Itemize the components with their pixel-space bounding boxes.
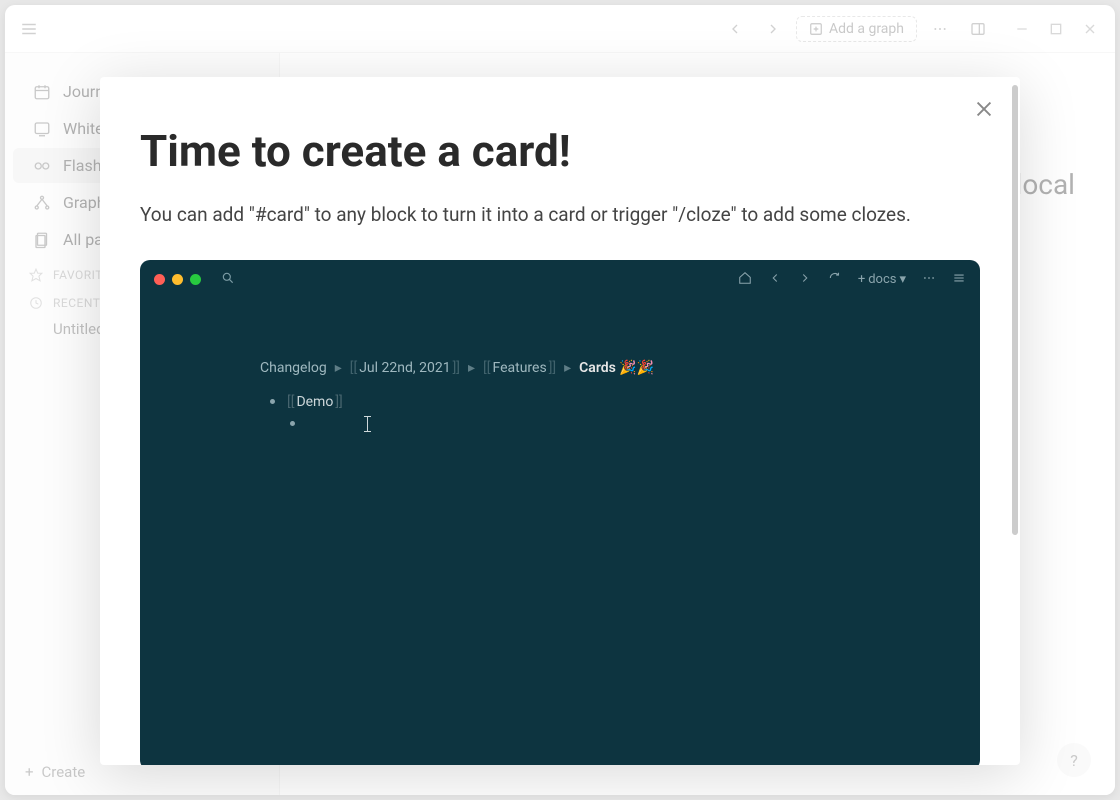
demo-titlebar: + docs ▾ — [140, 260, 980, 300]
traffic-zoom-icon — [190, 274, 201, 285]
demo-home-icon — [738, 271, 752, 289]
demo-panel: + docs ▾ Changelog ▸ Jul 22nd, 2021 ▸ Fe… — [140, 260, 980, 766]
breadcrumb-current: Cards 🎉🎉 — [579, 360, 654, 376]
demo-search-icon — [221, 271, 235, 289]
breadcrumb-item: Features — [483, 360, 556, 376]
demo-traffic-lights — [154, 274, 201, 285]
demo-bullet-list: Demo — [260, 394, 860, 432]
demo-breadcrumb: Changelog ▸ Jul 22nd, 2021 ▸ Features ▸ … — [260, 360, 860, 376]
demo-back-icon — [768, 271, 782, 289]
demo-more-icon — [922, 271, 936, 289]
chevron-right-icon: ▸ — [468, 360, 475, 376]
scrollbar-thumb[interactable] — [1012, 85, 1018, 535]
bullet-icon — [290, 421, 295, 426]
demo-docs-label: docs — [868, 272, 896, 287]
bullet-item: Demo — [270, 394, 860, 410]
bullet-text: Demo — [287, 394, 343, 410]
demo-content: Changelog ▸ Jul 22nd, 2021 ▸ Features ▸ … — [140, 300, 980, 432]
demo-menu-icon — [952, 271, 966, 289]
traffic-minimize-icon — [172, 274, 183, 285]
demo-refresh-icon — [828, 271, 842, 289]
modal-title: Time to create a card! — [140, 125, 980, 177]
text-cursor-icon — [367, 416, 368, 432]
app-window: Add a graph Journals Whiteboards Fl — [5, 5, 1115, 795]
breadcrumb-item: Changelog — [260, 360, 327, 376]
close-icon — [973, 98, 995, 120]
chevron-right-icon: ▸ — [335, 360, 342, 376]
chevron-right-icon: ▸ — [564, 360, 571, 376]
bullet-item-empty — [290, 416, 860, 432]
modal-scrollbar[interactable] — [1010, 77, 1020, 765]
modal: Time to create a card! You can add "#car… — [100, 77, 1020, 765]
modal-backdrop: Time to create a card! You can add "#car… — [5, 5, 1115, 795]
demo-forward-icon — [798, 271, 812, 289]
demo-docs-button: + docs ▾ — [858, 272, 906, 287]
bullet-icon — [270, 399, 275, 404]
breadcrumb-item: Jul 22nd, 2021 — [350, 360, 460, 376]
traffic-close-icon — [154, 274, 165, 285]
modal-description: You can add "#card" to any block to turn… — [140, 201, 980, 230]
modal-close-button[interactable] — [970, 95, 998, 123]
